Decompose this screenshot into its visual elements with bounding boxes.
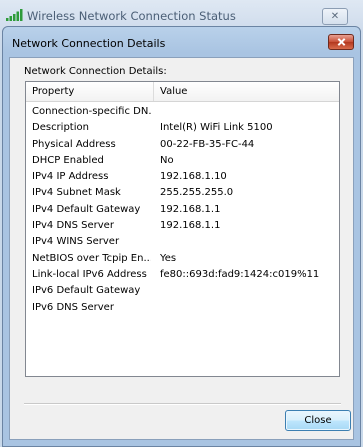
list-header: Property Value (26, 82, 339, 102)
table-row[interactable]: NetBIOS over Tcpip En... Yes (26, 252, 339, 268)
property-cell: NetBIOS over Tcpip En... (32, 252, 151, 264)
value-cell: 192.168.1.10 (160, 171, 227, 183)
wireless-signal-icon (6, 9, 24, 21)
table-row[interactable]: Link-local IPv6 Address fe80::693d:fad9:1… (26, 268, 339, 284)
table-row[interactable]: DHCP Enabled No (26, 154, 339, 170)
value-cell: Intel(R) WiFi Link 5100 (160, 122, 273, 134)
table-row[interactable]: IPv4 Subnet Mask 255.255.255.0 (26, 186, 339, 202)
value-cell: 192.168.1.1 (160, 203, 221, 215)
section-label: Network Connection Details: (24, 66, 167, 77)
property-cell: IPv4 WINS Server (32, 236, 120, 248)
property-cell: IPv4 IP Address (32, 171, 109, 183)
property-cell: Connection-specific DN... (32, 106, 151, 117)
table-row[interactable]: Description Intel(R) WiFi Link 5100 (26, 121, 339, 137)
network-connection-details-dialog: Network Connection Details Network Conne… (2, 26, 361, 447)
property-cell: IPv6 Default Gateway (32, 285, 141, 297)
table-row[interactable]: Physical Address 00-22-FB-35-FC-44 (26, 138, 339, 154)
value-cell: 00-22-FB-35-FC-44 (160, 138, 255, 150)
value-cell: Yes (160, 252, 177, 264)
value-cell: 255.255.255.0 (160, 187, 234, 199)
background-close-button[interactable]: ✕ (322, 8, 348, 25)
property-cell: IPv4 DNS Server (32, 220, 114, 232)
property-cell: Physical Address (32, 138, 116, 150)
property-cell: IPv4 Subnet Mask (32, 187, 121, 199)
background-window-title: Wireless Network Connection Status (27, 9, 236, 23)
column-header-property[interactable]: Property (32, 86, 74, 97)
close-icon[interactable] (328, 34, 354, 50)
property-cell: DHCP Enabled (32, 154, 104, 166)
table-row[interactable]: IPv6 DNS Server (26, 301, 339, 317)
dialog-body: Network Connection Details: Property Val… (9, 57, 354, 440)
value-cell: fe80::693d:fad9:1424:c019%11 (160, 268, 320, 280)
table-row[interactable]: IPv4 IP Address 192.168.1.10 (26, 170, 339, 186)
property-cell: Link-local IPv6 Address (32, 268, 147, 280)
list-rows: Connection-specific DN... Description Int… (26, 105, 339, 317)
value-cell: 192.168.1.1 (160, 220, 221, 232)
value-cell: No (160, 154, 174, 166)
separator (24, 403, 341, 405)
close-button[interactable]: Close (285, 410, 351, 431)
details-list[interactable]: Property Value Connection-specific DN...… (25, 81, 340, 377)
property-cell: IPv4 Default Gateway (32, 203, 141, 215)
dialog-title: Network Connection Details (12, 37, 166, 50)
column-header-value[interactable]: Value (160, 86, 187, 97)
table-row[interactable]: IPv4 Default Gateway 192.168.1.1 (26, 203, 339, 219)
property-cell: IPv6 DNS Server (32, 301, 114, 313)
property-cell: Description (32, 122, 89, 134)
table-row[interactable]: IPv6 Default Gateway (26, 284, 339, 300)
table-row[interactable]: IPv4 DNS Server 192.168.1.1 (26, 219, 339, 235)
table-row[interactable]: Connection-specific DN... (26, 105, 339, 121)
table-row[interactable]: IPv4 WINS Server (26, 235, 339, 251)
column-divider[interactable] (153, 82, 154, 101)
